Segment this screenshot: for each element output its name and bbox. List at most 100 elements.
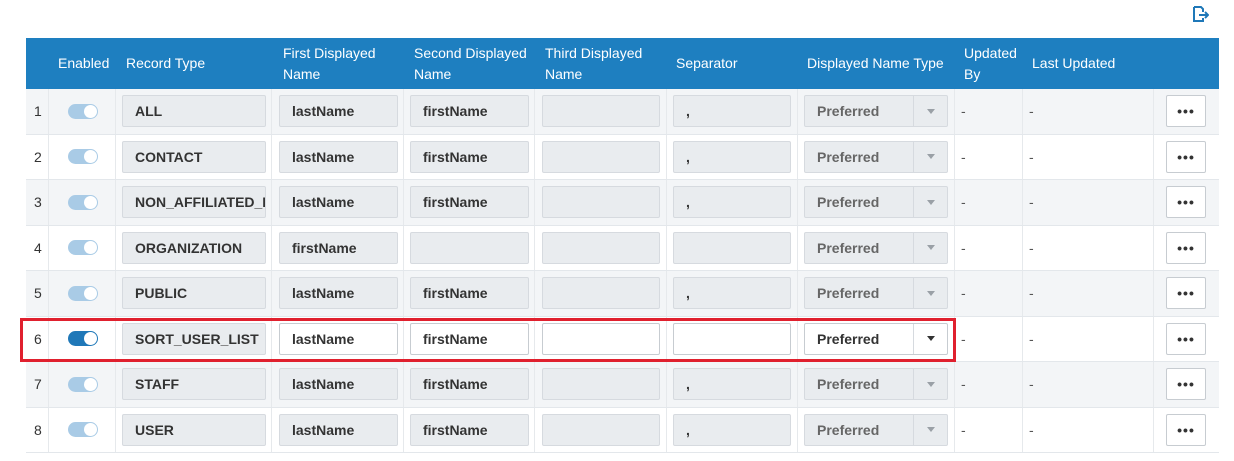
header-third-displayed-name: Third Displayed Name — [545, 44, 643, 82]
column-divider — [115, 134, 116, 179]
column-divider — [797, 362, 798, 407]
displayed-name-type-value: Preferred — [817, 330, 880, 347]
second-displayed-name-field[interactable]: firstName — [410, 322, 529, 355]
chevron-down-icon — [913, 414, 947, 445]
enabled-toggle[interactable] — [68, 422, 98, 438]
third-displayed-name-field — [542, 140, 660, 173]
row-actions-button[interactable]: ••• — [1166, 322, 1206, 355]
row-actions-button[interactable]: ••• — [1166, 277, 1206, 310]
chevron-down-icon[interactable] — [913, 323, 947, 354]
separator-field: , — [673, 277, 791, 310]
enabled-toggle[interactable] — [68, 149, 98, 165]
header-second-displayed-name: Second Displayed Name — [414, 44, 527, 82]
row-index: 5 — [34, 285, 42, 302]
chevron-down-icon — [913, 369, 947, 400]
separator-field: , — [673, 413, 791, 446]
second-displayed-name-field: firstName — [410, 95, 529, 128]
column-divider — [115, 271, 116, 316]
row-actions-button[interactable]: ••• — [1166, 413, 1206, 446]
displayed-name-type-value: Preferred — [817, 421, 880, 438]
enabled-toggle[interactable] — [68, 285, 98, 301]
column-divider — [115, 316, 116, 361]
column-divider — [271, 134, 272, 179]
record-type-field: CONTACT — [122, 140, 266, 173]
enabled-toggle[interactable] — [68, 103, 98, 119]
column-divider — [48, 225, 49, 270]
column-divider — [797, 316, 798, 361]
displayed-name-type-select: Preferred — [804, 186, 948, 219]
enabled-toggle[interactable] — [68, 194, 98, 210]
chevron-down-icon — [913, 278, 947, 309]
third-displayed-name-field — [542, 277, 660, 310]
table-body: 1 ALL lastName firstName, Preferred - - ••• 2 CON… — [26, 89, 1219, 453]
column-divider — [48, 362, 49, 407]
column-divider — [954, 134, 955, 179]
table-row: 2 CONTACT lastName firstName, Preferred - - ••• — [26, 134, 1219, 180]
table-row: 7 STAFF lastName firstName, Preferred - - ••• — [26, 362, 1219, 408]
row-actions-button[interactable]: ••• — [1166, 231, 1206, 264]
displayed-name-type-select: Preferred — [804, 231, 948, 264]
table-row: 4 ORGANIZATION firstName Preferred - - ••• — [26, 225, 1219, 271]
second-displayed-name-field: firstName — [410, 277, 529, 310]
column-divider — [954, 89, 955, 134]
column-divider — [954, 180, 955, 225]
export-button[interactable] — [1188, 2, 1212, 26]
first-displayed-name-field: lastName — [279, 413, 398, 446]
column-divider — [115, 89, 116, 134]
column-divider — [1022, 180, 1023, 225]
record-type-field: PUBLIC — [122, 277, 266, 310]
separator-field[interactable] — [673, 322, 791, 355]
third-displayed-name-field[interactable] — [542, 322, 660, 355]
third-displayed-name-field — [542, 368, 660, 401]
displayed-name-type-value: Preferred — [817, 148, 880, 165]
row-actions-button[interactable]: ••• — [1166, 140, 1206, 173]
third-displayed-name-field — [542, 231, 660, 264]
enabled-toggle[interactable] — [68, 376, 98, 392]
row-actions-button[interactable]: ••• — [1166, 95, 1206, 128]
record-type-field: NON_AFFILIATED_F — [122, 186, 266, 219]
column-divider — [271, 316, 272, 361]
displayed-name-type-value: Preferred — [817, 239, 880, 256]
displayed-name-type-value: Preferred — [817, 285, 880, 302]
record-type-field: SORT_USER_LIST — [122, 322, 266, 355]
column-divider — [403, 225, 404, 270]
displayed-name-type-select: Preferred — [804, 140, 948, 173]
enabled-toggle[interactable] — [68, 331, 98, 347]
chevron-down-icon — [913, 187, 947, 218]
column-divider — [1022, 407, 1023, 452]
first-displayed-name-field: lastName — [279, 186, 398, 219]
column-divider — [48, 316, 49, 361]
column-divider — [954, 271, 955, 316]
separator-field: , — [673, 140, 791, 173]
displayed-name-type-select[interactable]: Preferred — [804, 322, 948, 355]
column-divider — [48, 89, 49, 134]
row-actions-button[interactable]: ••• — [1166, 368, 1206, 401]
column-divider — [1022, 89, 1023, 134]
separator-field: , — [673, 95, 791, 128]
second-displayed-name-field — [410, 231, 529, 264]
column-divider — [1022, 362, 1023, 407]
row-index: 4 — [34, 239, 42, 256]
row-index: 1 — [34, 103, 42, 120]
updated-by-value: - — [961, 194, 966, 211]
column-divider — [954, 316, 955, 361]
column-divider — [403, 271, 404, 316]
first-displayed-name-field[interactable]: lastName — [279, 322, 398, 355]
displayed-name-type-select: Preferred — [804, 95, 948, 128]
column-divider — [1153, 362, 1154, 407]
column-divider — [1153, 225, 1154, 270]
last-updated-value: - — [1029, 194, 1034, 211]
third-displayed-name-field — [542, 95, 660, 128]
column-divider — [403, 89, 404, 134]
row-actions-button[interactable]: ••• — [1166, 186, 1206, 219]
column-divider — [1022, 225, 1023, 270]
column-divider — [48, 180, 49, 225]
enabled-toggle[interactable] — [68, 240, 98, 256]
column-divider — [534, 89, 535, 134]
column-divider — [271, 89, 272, 134]
column-divider — [1153, 89, 1154, 134]
last-updated-value: - — [1029, 330, 1034, 347]
header-record-type: Record Type — [126, 55, 206, 71]
table-row: 6 SORT_USER_LIST lastName firstName Preferre… — [26, 316, 1219, 362]
displayed-name-type-select: Preferred — [804, 277, 948, 310]
